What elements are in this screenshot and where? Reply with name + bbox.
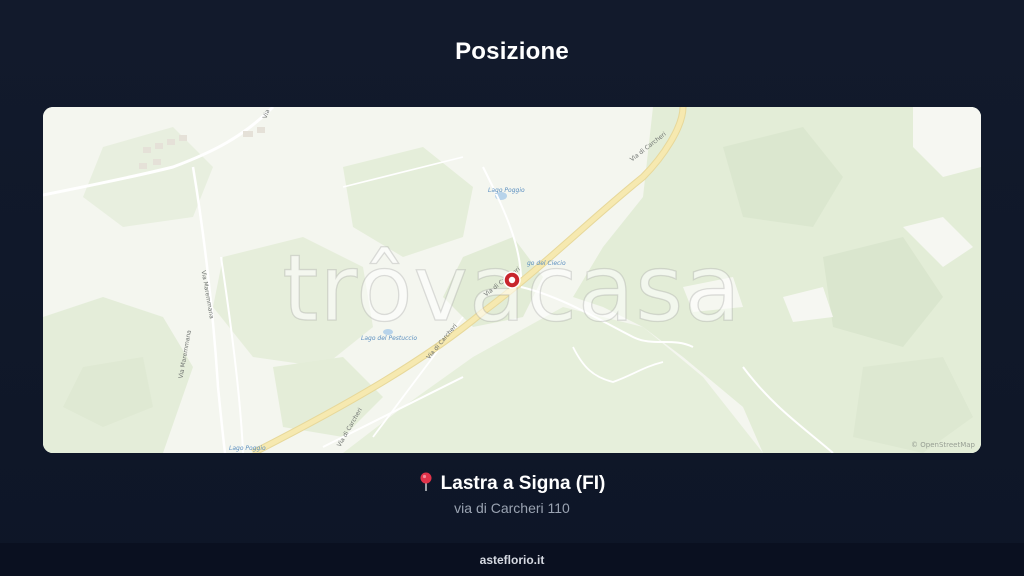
- location-city: Lastra a Signa (FI): [440, 473, 606, 494]
- page-title: Posizione: [455, 38, 569, 65]
- lake-label: Lago del Pestuccio: [361, 335, 418, 342]
- footer-site-link[interactable]: asteflorio.it: [480, 553, 545, 567]
- location-marker-icon[interactable]: [503, 271, 521, 289]
- lake-label: Lago Poggio: [229, 445, 266, 452]
- map-attribution[interactable]: © OpenStreetMap: [911, 441, 975, 449]
- lake-label: go del Ciecio: [527, 260, 566, 267]
- lake-label: Lago Poggio: [488, 187, 525, 194]
- location-title: Lastra a Signa (FI): [0, 472, 1024, 495]
- footer: asteflorio.it: [0, 543, 1024, 576]
- location-address: via di Carcheri 110: [454, 500, 570, 516]
- map-view[interactable]: trôvacasa Via Maremmana Via Maremmana Vi…: [43, 107, 981, 453]
- map-pin-icon: [420, 472, 432, 491]
